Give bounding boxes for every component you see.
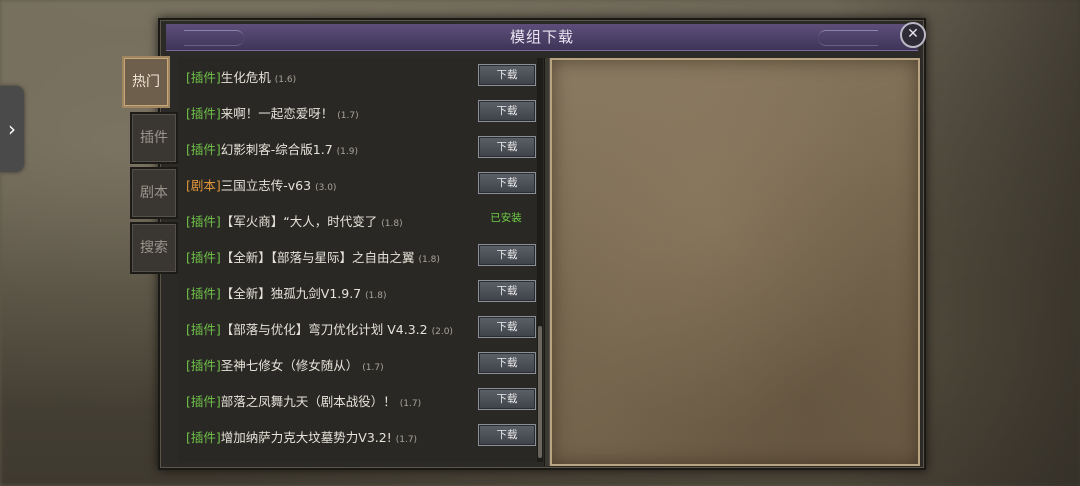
scrollbar-thumb[interactable] [538, 326, 542, 458]
tab-plugins[interactable]: 插件 [130, 112, 178, 164]
mod-title: 三国立志传-v63 [220, 177, 312, 193]
mod-title: 圣神七修女（修女随从） [220, 357, 359, 373]
mod-title: 【军火商】“大人，时代变了 [220, 213, 378, 229]
mod-title: 来啊！一起恋爱呀！ [220, 105, 334, 121]
download-button[interactable]: 下载 [478, 316, 536, 338]
mod-name: [插件]【全新】【部落与星际】之自由之翼 (1.8) [186, 247, 440, 266]
plugin-tag: [插件] [186, 213, 221, 229]
tab-scripts[interactable]: 剧本 [130, 167, 178, 219]
mod-list-item[interactable]: [剧本]三国立志传-v63 (3.0) 下载 [186, 168, 536, 200]
mod-name: [插件]【军火商】“大人，时代变了 (1.8) [186, 211, 403, 230]
mod-detail-panel [550, 58, 920, 466]
mod-version: (1.7) [337, 110, 359, 121]
mod-title: 幻影刺客-综合版1.7 [220, 141, 333, 157]
plugin-tag: [插件] [186, 393, 221, 409]
tab-label: 搜索 [140, 240, 168, 256]
mod-version: (1.8) [381, 218, 403, 229]
mod-title: 生化危机 [220, 69, 271, 85]
download-button[interactable]: 下载 [478, 388, 536, 410]
download-button[interactable]: 下载 [478, 136, 536, 158]
download-button[interactable]: 下载 [478, 280, 536, 302]
tab-label: 剧本 [140, 185, 168, 201]
plugin-tag: [插件] [186, 105, 221, 121]
mod-name: [插件]部落之凤舞九天（剧本战役）！ (1.7) [186, 391, 421, 410]
installed-status: 已安装 [490, 212, 522, 224]
mod-version: (3.0) [315, 182, 337, 193]
mod-list-item[interactable]: [插件]【全新】独孤九剑V1.9.7 (1.8) 下载 [186, 276, 536, 308]
mod-name: [插件]【部落与优化】弯刀优化计划 V4.3.2 (2.0) [186, 319, 453, 338]
download-button[interactable]: 下载 [478, 424, 536, 446]
mod-list[interactable]: [插件]生化危机 (1.6) 下载 [插件]来啊！一起恋爱呀！ (1.7) 下载 [插件]幻… [178, 58, 542, 462]
mod-list-item[interactable]: [插件]部落之凤舞九天（剧本战役）！ (1.7) 下载 [186, 384, 536, 416]
download-button[interactable]: 下载 [478, 244, 536, 266]
mod-list-item[interactable]: [插件]【全新】【部落与星际】之自由之翼 (1.8) 下载 [186, 240, 536, 272]
mod-name: [剧本]三国立志传-v63 (3.0) [186, 175, 336, 194]
plugin-tag: [插件] [186, 69, 221, 85]
mod-title: 【部落与优化】弯刀优化计划 V4.3.2 [220, 321, 428, 337]
close-button[interactable]: ✕ [900, 22, 926, 48]
close-icon: ✕ [907, 26, 919, 42]
plugin-tag: [插件] [186, 141, 221, 157]
window-title: 模组下载 [509, 28, 574, 46]
download-button[interactable]: 下载 [478, 100, 536, 122]
download-button[interactable]: 下载 [478, 172, 536, 194]
mod-version: (1.9) [336, 146, 358, 157]
mod-list-item[interactable]: [插件]来啊！一起恋爱呀！ (1.7) 下载 [186, 96, 536, 128]
script-tag: [剧本] [186, 177, 221, 193]
download-button[interactable]: 下载 [478, 64, 536, 86]
plugin-tag: [插件] [186, 285, 221, 301]
mod-version: (1.6) [274, 74, 297, 85]
mod-name: [插件]幻影刺客-综合版1.7 (1.9) [186, 139, 358, 158]
mod-version: (1.7) [399, 398, 422, 409]
plugin-tag: [插件] [186, 357, 221, 373]
plugin-tag: [插件] [186, 249, 221, 265]
tab-label: 插件 [140, 130, 168, 146]
mod-list-item[interactable]: [插件]【军火商】“大人，时代变了 (1.8) 已安装 [186, 204, 536, 236]
mod-title: 增加纳萨力克大坟墓势力V3.2! [220, 429, 392, 445]
mod-name: [插件]增加纳萨力克大坟墓势力V3.2! (1.7) [186, 427, 417, 446]
mod-list-item[interactable]: [插件]【部落与优化】弯刀优化计划 V4.3.2 (2.0) 下载 [186, 312, 536, 344]
mod-title: 部落之凤舞九天（剧本战役）！ [220, 393, 396, 409]
mod-name: [插件]来啊！一起恋爱呀！ (1.7) [186, 103, 359, 122]
mod-version: (1.8) [365, 290, 387, 301]
mod-version: (1.7) [395, 434, 418, 445]
mod-title: 【全新】独孤九剑V1.9.7 [220, 285, 362, 301]
mod-list-scrollbar[interactable] [537, 58, 543, 462]
mod-title: 【全新】【部落与星际】之自由之翼 [220, 249, 415, 265]
mod-name: [插件]圣神七修女（修女随从） (1.7) [186, 355, 384, 374]
mod-list-item[interactable]: [插件]增加纳萨力克大坟墓势力V3.2! (1.7) 下载 [186, 420, 536, 452]
mod-list-item[interactable]: [插件]幻影刺客-综合版1.7 (1.9) 下载 [186, 132, 536, 164]
side-panel-toggle[interactable]: › [0, 86, 24, 172]
window-title-bar: 模组下载 [166, 24, 918, 51]
mod-version: (2.0) [431, 326, 453, 337]
mod-version: (1.8) [418, 254, 440, 265]
plugin-tag: [插件] [186, 429, 221, 445]
mod-version: (1.7) [362, 362, 384, 373]
tab-search[interactable]: 搜索 [130, 222, 178, 274]
mod-name: [插件]生化危机 (1.6) [186, 67, 296, 86]
tab-label: 热门 [132, 74, 160, 90]
mod-list-item[interactable]: [插件]生化危机 (1.6) 下载 [186, 60, 536, 92]
chevron-right-icon: › [8, 117, 16, 141]
plugin-tag: [插件] [186, 321, 221, 337]
mod-name: [插件]【全新】独孤九剑V1.9.7 (1.8) [186, 283, 386, 302]
tab-hot[interactable]: 热门 [122, 56, 170, 108]
title-ornament-right [818, 30, 878, 46]
title-ornament-left [184, 30, 244, 46]
mod-download-window: 模组下载 ✕ 热门 插件 剧本 搜索 [插件]生化危机 (1.6) 下载 [插件]来啊… [122, 18, 926, 470]
mod-list-item[interactable]: [插件]圣神七修女（修女随从） (1.7) 下载 [186, 348, 536, 380]
download-button[interactable]: 下载 [478, 352, 536, 374]
